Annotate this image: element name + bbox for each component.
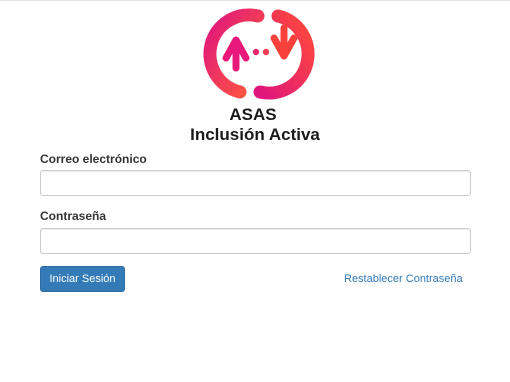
sync-arrows-logo-icon [203, 8, 315, 100]
email-label: Correo electrónico [40, 152, 147, 166]
app-name: Inclusión Activa [190, 125, 320, 144]
login-page: ASAS Inclusión Activa Correo electrónico… [0, 0, 510, 382]
password-field[interactable] [40, 228, 471, 254]
password-label: Contraseña [40, 209, 107, 223]
email-field[interactable] [40, 170, 471, 196]
org-name: ASAS [229, 105, 277, 124]
reset-password-link[interactable]: Restablecer Contraseña [344, 273, 463, 285]
login-button[interactable]: Iniciar Sesión [40, 266, 125, 292]
